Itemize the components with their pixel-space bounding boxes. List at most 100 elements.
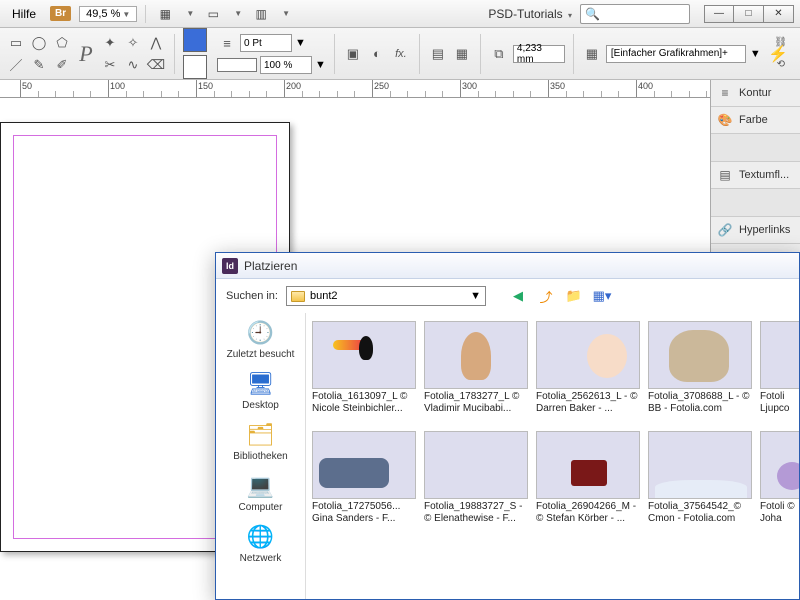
file-item[interactable]: Fotolia_1613097_L © Nicole Steinbichler.… [312,321,416,417]
type-on-path-icon[interactable]: P [76,44,96,64]
smooth-icon[interactable]: ∿ [123,55,143,75]
file-item[interactable]: Fotolia_2562613_L - © Darren Baker - ... [536,321,640,417]
ruler-tick-label: 350 [550,81,565,91]
drop-shadow-icon[interactable]: ▣ [343,44,363,64]
convert-point-icon[interactable]: ⋀ [146,33,166,53]
panel-textwrap[interactable]: ▤ Textumfl... [711,162,800,189]
workspace-text: PSD-Tutorials [488,7,562,21]
stroke-color-swatch[interactable] [183,55,207,79]
textwrap-panel-icon: ▤ [717,168,733,182]
ellipse-tool-icon[interactable]: ◯ [29,33,49,53]
search-in-label: Suchen in: [226,290,278,302]
text-wrap-left-icon[interactable]: ▤ [428,44,448,64]
anchor-del-icon[interactable]: ✧ [123,33,143,53]
place-recent[interactable]: 🕘Zuletzt besucht [227,319,295,360]
file-thumbnail [312,431,416,499]
chevron-down-icon: ▼ [282,9,290,18]
opacity-input[interactable]: 100 % [260,56,312,74]
places-sidebar: 🕘Zuletzt besucht 🖥Desktop 🗂Bibliotheken … [216,313,306,599]
chevron-down-icon[interactable]: ▼ [295,37,306,49]
search-input[interactable]: 🔍 [580,4,690,24]
feather-icon[interactable]: ◐ [367,44,387,64]
object-style-select[interactable]: [Einfacher Grafikrahmen]+ [606,45,746,63]
size-input[interactable]: 4,233 mm [513,45,565,63]
up-button[interactable]: ⤴ [536,286,556,306]
panel-hyperlinks[interactable]: 🔗Hyperlinks [711,217,800,244]
back-button[interactable]: ◀ [508,286,528,306]
maximize-button[interactable]: □ [734,5,764,23]
panel-label: Textumfl... [739,169,789,181]
file-caption: Fotolia_1613097_L © Nicole Steinbichler.… [312,391,416,417]
file-thumbnail [648,321,752,389]
rect-tool-icon[interactable]: ▭ [6,33,26,53]
file-item[interactable]: Fotolia_3708688_L - © BB - Fotolia.com [648,321,752,417]
bridge-badge[interactable]: Br [50,6,71,21]
search-icon: 🔍 [585,7,600,21]
horizontal-ruler: 50100150200250300350400 [0,80,800,98]
scissors-icon[interactable]: ✂ [100,55,120,75]
stroke-weight-input[interactable]: 0 Pt [240,34,292,52]
place-dialog: Id Platzieren Suchen in: bunt2 ▼ ◀ ⤴ 📁 ▦… [215,252,800,600]
file-item[interactable]: Fotolia_19883727_S - © Elenathewise - F.… [424,431,528,527]
place-label: Computer [239,502,283,513]
flash-icon[interactable]: ⚡ [768,44,788,64]
screen-mode-icon[interactable]: ▭ [202,4,224,24]
chevron-down-icon: ▼ [186,9,194,18]
computer-icon: 💻 [244,472,278,500]
fill-color-swatch[interactable] [183,28,207,52]
zoom-level[interactable]: 49,5 %▼ [79,6,137,22]
view-mode-icon[interactable]: ▦ [154,4,176,24]
separator [573,34,574,74]
arrange-icon[interactable]: ▥ [250,4,272,24]
anchor-add-icon[interactable]: ✦ [100,33,120,53]
indesign-icon: Id [222,258,238,274]
line-tool-icon[interactable]: ／ [6,55,26,75]
file-item[interactable]: Fotolia_26904266_M - © Stefan Körber - .… [536,431,640,527]
frame-grid-icon[interactable]: ▦ [582,44,602,64]
menu-help[interactable]: Hilfe [6,5,42,23]
file-item[interactable]: Fotolia_1783277_L © Vladimir Mucibabi... [424,321,528,417]
folder-select[interactable]: bunt2 ▼ [286,286,486,306]
panel-farbe[interactable]: 🎨Farbe [711,107,800,134]
pen-tool-icon[interactable]: ✎ [29,55,49,75]
pencil-tool-icon[interactable]: ✐ [52,55,72,75]
folder-icon [291,291,305,302]
separator [145,5,146,23]
file-item[interactable]: Fotoli © Joha [760,431,799,527]
file-item[interactable]: Fotolia_37564542_© Cmon - Fotolia.com [648,431,752,527]
app-menubar: Hilfe Br 49,5 %▼ ▦▼ ▭▼ ▥▼ PSD-Tutorials … [0,0,800,28]
place-desktop[interactable]: 🖥Desktop [242,370,279,411]
place-network[interactable]: 🌐Netzwerk [240,523,282,564]
file-item[interactable]: Fotoli Ljupco [760,321,799,417]
stroke-weight-icon: ≡ [217,33,237,53]
place-libraries[interactable]: 🗂Bibliotheken [233,421,287,462]
file-thumbnail [424,431,528,499]
new-folder-button[interactable]: 📁 [564,286,584,306]
dialog-titlebar[interactable]: Id Platzieren [216,253,799,279]
ruler-tick-label: 400 [638,81,653,91]
ruler-tick-label: 100 [110,81,125,91]
workspace-label[interactable]: PSD-Tutorials ▾ [488,7,572,21]
file-thumbnail [648,431,752,499]
file-caption: Fotolia_26904266_M - © Stefan Körber - .… [536,501,640,527]
file-item[interactable]: Fotolia_17275056... Gina Sanders - F... [312,431,416,527]
separator [334,34,335,74]
place-computer[interactable]: 💻 Computer [239,472,283,513]
dialog-title: Platzieren [244,259,297,273]
minimize-button[interactable]: — [704,5,734,23]
panel-kontur[interactable]: ≡Kontur [711,80,800,107]
separator [480,34,481,74]
view-menu-button[interactable]: ▦▾ [592,286,612,306]
close-button[interactable]: ✕ [764,5,794,23]
stroke-style-select[interactable] [217,58,257,72]
text-wrap-right-icon[interactable]: ▦ [452,44,472,64]
chevron-down-icon[interactable]: ▼ [750,48,761,60]
dialog-toolbar: Suchen in: bunt2 ▼ ◀ ⤴ 📁 ▦▾ [216,279,799,313]
erase-icon[interactable]: ⌫ [146,55,166,75]
crop-icon[interactable]: ⧉ [489,44,509,64]
polygon-tool-icon[interactable]: ⬠ [52,33,72,53]
chevron-down-icon[interactable]: ▼ [315,59,326,71]
window-controls: — □ ✕ [704,5,794,23]
ruler-tick-label: 150 [198,81,213,91]
fx-icon[interactable]: fx. [391,44,411,64]
